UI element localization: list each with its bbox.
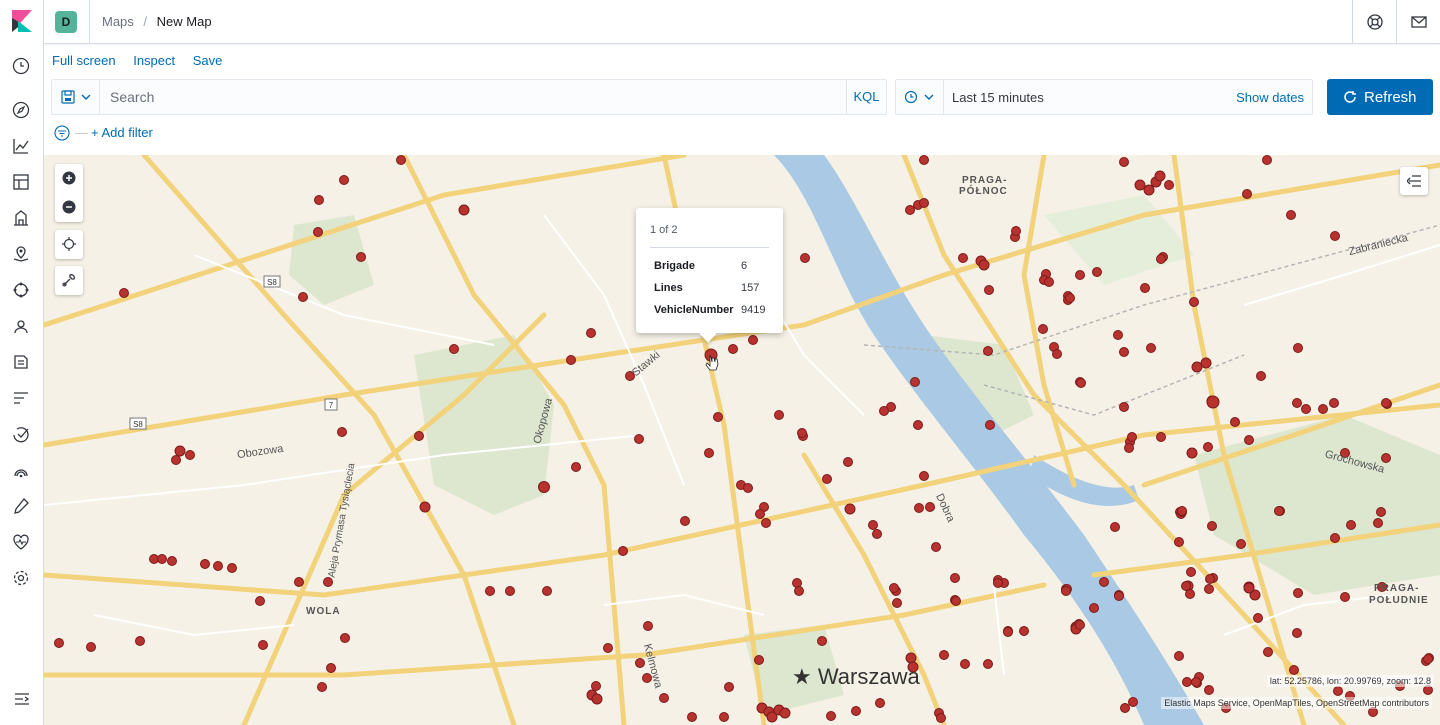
siem-icon[interactable] xyxy=(12,461,32,481)
quick-menu-button[interactable] xyxy=(896,80,944,114)
saved-query-button[interactable] xyxy=(52,80,100,114)
mail-icon xyxy=(1411,16,1427,28)
filter-dash: — xyxy=(75,125,88,140)
kibana-logo-icon[interactable] xyxy=(12,10,32,32)
tooltip-pager[interactable]: 1 of 2 xyxy=(650,224,678,236)
help-button[interactable] xyxy=(1352,0,1396,44)
dev-tools-icon[interactable] xyxy=(12,497,32,517)
add-filter-button[interactable]: + Add filter xyxy=(91,125,153,140)
set-view-button[interactable] xyxy=(55,230,83,259)
tooltip-row-vehiclenumber: VehicleNumber 9419 xyxy=(654,304,765,316)
refresh-icon xyxy=(1344,91,1356,103)
apm-icon[interactable] xyxy=(12,389,32,409)
canvas-icon[interactable] xyxy=(12,209,32,229)
road-sign-7: 7 xyxy=(329,401,334,410)
set-view-control xyxy=(55,230,83,259)
road-sign-s8-a: S8 xyxy=(267,278,277,287)
wrench-icon xyxy=(62,274,75,287)
district-praga-polnoc-line2: PÓŁNOC xyxy=(959,186,1008,197)
refresh-button[interactable]: Refresh xyxy=(1327,79,1433,115)
minus-circle-icon xyxy=(62,200,76,214)
tooltip-key: Lines xyxy=(654,282,683,294)
zoom-in-button[interactable] xyxy=(55,164,83,193)
menu-left-icon xyxy=(1407,175,1421,187)
space-avatar[interactable]: D xyxy=(55,11,77,33)
tooltip-value: 9419 xyxy=(741,304,766,316)
header-divider xyxy=(89,0,90,44)
tools-control xyxy=(55,266,83,295)
crosshairs-icon xyxy=(62,237,76,251)
date-picker: Last 15 minutes Show dates xyxy=(895,79,1313,115)
breadcrumb-maps[interactable]: Maps xyxy=(102,14,134,29)
chevron-down-icon xyxy=(924,94,934,100)
saved-query-icon xyxy=(61,90,75,104)
district-praga-poludnie-line2: POŁUDNIE xyxy=(1369,595,1429,606)
plus-circle-icon xyxy=(62,171,76,185)
uptime-icon[interactable] xyxy=(12,425,32,445)
city-label: ★ Warszawa xyxy=(792,664,920,689)
visualize-icon[interactable] xyxy=(12,137,32,157)
layer-control-toggle-button[interactable] xyxy=(1400,167,1428,195)
tooltip-value: 157 xyxy=(741,282,760,294)
district-wola: WOLA xyxy=(306,606,341,617)
breadcrumb-current: New Map xyxy=(156,14,212,29)
tooltip-row-brigade: Brigade 6 xyxy=(654,260,747,272)
breadcrumb: Maps / New Map xyxy=(102,14,212,29)
show-dates-button[interactable]: Show dates xyxy=(1236,90,1304,105)
filter-options-icon[interactable] xyxy=(54,125,70,141)
search-input[interactable] xyxy=(102,80,847,114)
draw-tools-button[interactable] xyxy=(55,266,83,295)
machine-learning-icon[interactable] xyxy=(12,281,32,301)
calendar-clock-icon xyxy=(904,90,918,104)
discover-compass-icon[interactable] xyxy=(12,101,32,121)
district-praga-poludnie-line1: PRAGA- xyxy=(1374,583,1420,594)
refresh-label: Refresh xyxy=(1364,89,1417,106)
tooltip-value: 6 xyxy=(741,260,748,272)
full-screen-link[interactable]: Full screen xyxy=(52,53,116,68)
kql-toggle[interactable]: KQL xyxy=(846,80,886,114)
help-lifebuoy-icon xyxy=(1367,14,1383,30)
road-sign-s8-b: S8 xyxy=(133,420,143,429)
zoom-out-button[interactable] xyxy=(55,193,83,222)
breadcrumb-divider: / xyxy=(143,14,148,29)
newsfeed-button[interactable] xyxy=(1396,0,1440,44)
management-gear-icon[interactable] xyxy=(12,569,32,589)
map-attribution[interactable]: Elastic Maps Service, OpenMapTiles, Open… xyxy=(1161,697,1432,709)
maps-icon[interactable] xyxy=(12,245,32,265)
map-canvas[interactable]: S8 S8 7 PRAGA- PÓŁNOC WOLA PRAGA- POŁUDN… xyxy=(44,155,1440,725)
district-praga-polnoc-line1: PRAGA- xyxy=(962,175,1008,186)
collapse-nav-icon[interactable] xyxy=(13,690,31,713)
query-bar: KQL xyxy=(51,79,887,115)
logs-icon[interactable] xyxy=(12,353,32,373)
left-nav xyxy=(0,0,44,725)
top-header: D Maps / New Map xyxy=(44,0,1440,44)
time-range-text[interactable]: Last 15 minutes xyxy=(952,90,1044,105)
feature-tooltip: 1 of 2 Brigade 6 Lines 157 VehicleNumber… xyxy=(636,208,783,333)
dashboard-icon[interactable] xyxy=(12,173,32,193)
tooltip-key: Brigade xyxy=(654,260,695,272)
chevron-down-icon xyxy=(81,94,91,100)
city-name: Warszawa xyxy=(817,664,920,689)
inspect-link[interactable]: Inspect xyxy=(133,53,175,68)
tooltip-divider xyxy=(650,247,769,248)
zoom-controls xyxy=(55,164,83,222)
top-menu: Full screen Inspect Save xyxy=(52,53,236,68)
save-link[interactable]: Save xyxy=(193,53,223,68)
recent-clock-icon[interactable] xyxy=(12,57,32,77)
monitoring-icon[interactable] xyxy=(12,533,32,553)
tooltip-key: VehicleNumber xyxy=(654,304,734,316)
tooltip-row-lines: Lines 157 xyxy=(654,282,759,294)
mouse-coordinates: lat: 52.25786, lon: 20.99769, zoom: 12.8 xyxy=(1266,675,1434,687)
infrastructure-icon[interactable] xyxy=(12,317,32,337)
